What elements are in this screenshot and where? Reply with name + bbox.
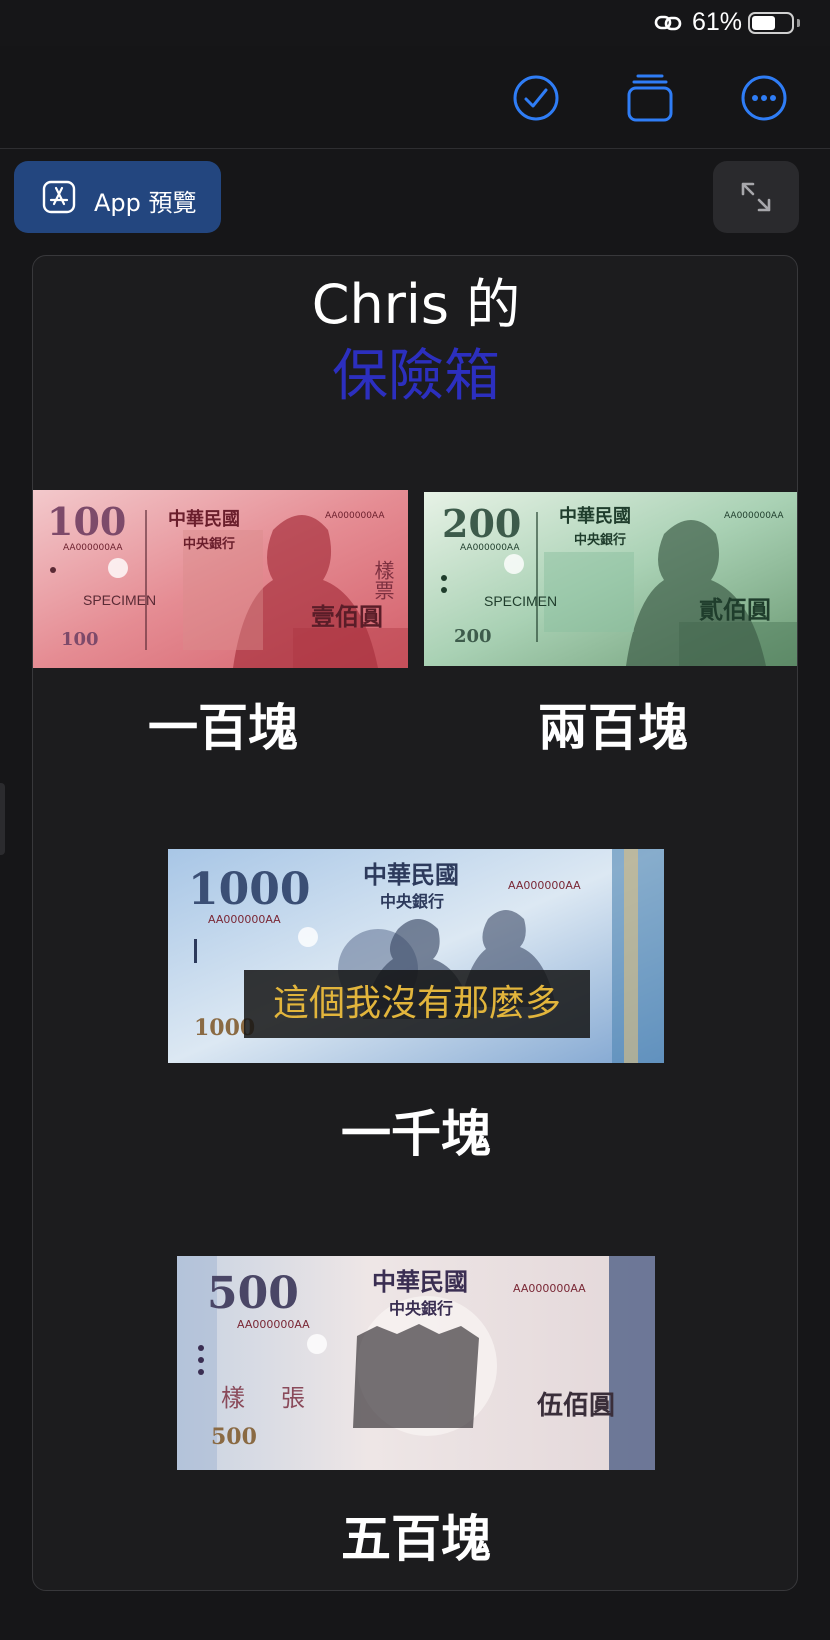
toolbar <box>0 46 830 149</box>
note-100-caption: 一百塊 <box>148 699 298 757</box>
note-amount-text: 貳佰圓 <box>699 596 771 624</box>
banknote-100-image: 100 中華民國 中央銀行 AA000000AA AA000000AA SPEC… <box>33 490 408 668</box>
note-denomination: 100 <box>47 499 126 544</box>
note-amount-text: 壹佰圓 <box>311 603 383 631</box>
note-serial-left: AA000000AA <box>237 1318 310 1331</box>
note-1000-caption: 一千塊 <box>341 1105 491 1163</box>
note-denomination-small: 100 <box>61 629 99 650</box>
banknote-500-image: 500 中華民國 中央銀行 AA000000AA AA000000AA 樣 張 … <box>177 1256 655 1470</box>
page-title: Chris 的 <box>311 273 521 336</box>
note-stamp: 樣票 <box>371 560 395 600</box>
note-bank: 中央銀行 <box>574 532 626 548</box>
note-serial-left: AA000000AA <box>460 543 520 553</box>
note-bank: 中央銀行 <box>389 1299 453 1318</box>
battery-tip <box>797 19 800 27</box>
note-country: 中華民國 <box>559 505 631 527</box>
note-country: 中華民國 <box>363 861 459 889</box>
note-country: 中華民國 <box>168 508 240 530</box>
note-serial-top: AA000000AA <box>508 879 581 892</box>
note-country: 中華民國 <box>372 1268 468 1296</box>
battery-level <box>752 16 775 30</box>
banknote-1000-image: 1000 中華民國 中央銀行 AA000000AA AA000000AA 100… <box>168 849 664 1063</box>
note-200-caption: 兩百塊 <box>538 699 688 757</box>
note-serial-left: AA000000AA <box>63 543 123 553</box>
battery-percent: 61% <box>692 8 743 36</box>
note-serial-top: AA000000AA <box>325 511 385 521</box>
note-1000-overlay-text: 這個我沒有那麼多 <box>244 970 590 1038</box>
link-icon <box>654 15 682 31</box>
banknote-200-image: 200 中華民國 中央銀行 AA000000AA AA000000AA SPEC… <box>424 492 797 666</box>
note-denomination: 200 <box>442 501 521 546</box>
note-bank: 中央銀行 <box>183 536 235 552</box>
expand-button[interactable] <box>713 161 799 233</box>
checkmark-circle-icon <box>513 75 559 121</box>
note-stamp-right: 張 <box>281 1384 305 1412</box>
note-denomination-small: 500 <box>211 1424 257 1450</box>
page-subtitle: 保險箱 <box>332 344 500 409</box>
preview-card: Chris 的 保險箱 100 中華民國 中央銀行 AA000000AA AA0… <box>32 255 798 1591</box>
windows-button[interactable] <box>623 71 677 125</box>
note-denomination-small: 200 <box>454 626 492 647</box>
note-denomination: 500 <box>207 1268 299 1319</box>
app-store-icon <box>42 180 76 214</box>
app-preview-label: App 預覽 <box>94 189 197 217</box>
sidebar-handle[interactable] <box>0 783 5 855</box>
note-serial-top: AA000000AA <box>724 511 784 521</box>
note-bank: 中央銀行 <box>380 892 444 911</box>
done-button[interactable] <box>509 71 563 125</box>
stacked-windows-icon <box>627 74 673 122</box>
note-amount-text: 伍佰圓 <box>537 1391 615 1421</box>
note-denomination: 1000 <box>188 864 310 915</box>
status-bar: 61% <box>0 0 830 46</box>
expand-arrows-icon <box>741 182 771 212</box>
note-500-caption: 五百塊 <box>341 1510 491 1568</box>
note-specimen: SPECIMEN <box>484 593 557 609</box>
note-serial-top: AA000000AA <box>513 1282 586 1295</box>
battery-icon <box>748 12 794 34</box>
more-button[interactable] <box>737 71 791 125</box>
ellipsis-circle-icon <box>741 75 787 121</box>
note-serial-left: AA000000AA <box>208 913 281 926</box>
note-stamp-left: 樣 <box>221 1384 245 1412</box>
app-preview-button[interactable]: App 預覽 <box>14 161 221 233</box>
